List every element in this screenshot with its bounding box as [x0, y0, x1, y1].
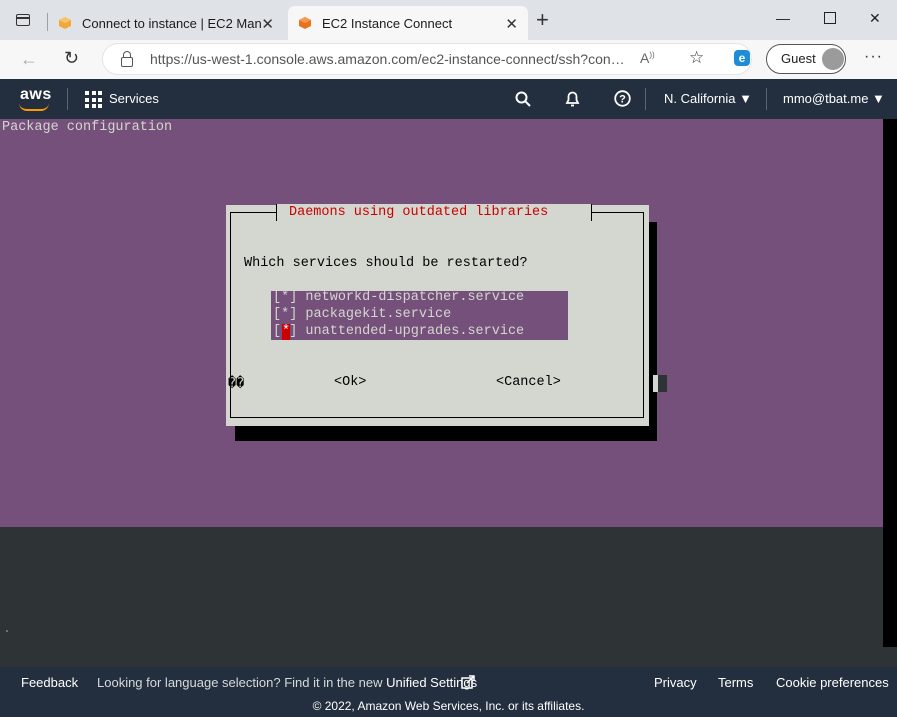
list-item[interactable]: [*] networkd-dispatcher.service — [273, 290, 524, 305]
terminal-scrollbar[interactable] — [883, 119, 897, 647]
profile-label: Guest — [781, 51, 816, 66]
close-tab-icon[interactable]: ✕ — [505, 15, 518, 33]
dialog-left-glyph: �� — [228, 377, 245, 392]
service-label: networkd-dispatcher.service — [305, 290, 525, 305]
tab-ec2-instance-connect[interactable]: EC2 Instance Connect ✕ — [288, 6, 528, 40]
aws-smile-icon — [19, 103, 49, 111]
tab-title: EC2 Instance Connect — [322, 15, 453, 31]
minimize-icon[interactable]: — — [776, 10, 790, 26]
ec2-cube-icon — [299, 17, 311, 29]
copyright: © 2022, Amazon Web Services, Inc. or its… — [312, 699, 585, 713]
more-menu-icon[interactable]: ··· — [864, 48, 883, 66]
svg-text:?: ? — [619, 94, 626, 106]
new-tab-button[interactable]: + — [536, 8, 549, 32]
tab-title: Connect to instance | EC2 Manag — [82, 15, 262, 31]
avatar — [822, 48, 844, 70]
service-label: unattended-upgrades.service — [305, 324, 525, 339]
dialog-question: Which services should be restarted? — [244, 256, 528, 271]
read-aloud-icon[interactable]: A)) — [640, 50, 655, 66]
close-tab-icon[interactable]: ✕ — [261, 15, 274, 33]
tab-actions-icon[interactable] — [16, 14, 30, 26]
nav-divider — [766, 88, 767, 110]
checkbox-mark[interactable]: [*] — [273, 307, 297, 322]
tab-connect-to-instance[interactable]: Connect to instance | EC2 Manag ✕ — [48, 6, 284, 40]
lock-icon[interactable] — [121, 51, 133, 67]
list-item[interactable]: [*] packagekit.service — [273, 307, 451, 322]
refresh-icon[interactable]: ↻ — [64, 48, 79, 69]
back-arrow-icon[interactable]: ← — [20, 49, 38, 70]
cancel-button[interactable]: <Cancel> — [496, 375, 561, 390]
terminal-cursor: * — [282, 324, 291, 340]
search-icon[interactable] — [515, 91, 531, 107]
checkbox-mark[interactable]: [*] — [273, 290, 297, 305]
help-icon[interactable]: ? — [614, 90, 631, 107]
services-grid-icon[interactable] — [85, 91, 102, 108]
external-link-icon[interactable] — [461, 675, 475, 689]
list-item[interactable]: [*] unattended-upgrades.service — [273, 324, 524, 339]
nav-divider — [645, 88, 646, 110]
url-input[interactable]: https://us-west-1.console.aws.amazon.com… — [150, 51, 628, 67]
terminal-header: Package configuration — [2, 120, 173, 135]
language-notice-text: Looking for language selection? Find it … — [97, 675, 387, 690]
feedback-link[interactable]: Feedback — [21, 675, 78, 690]
service-label: packagekit.service — [305, 307, 452, 322]
maximize-icon[interactable] — [824, 12, 836, 24]
nav-divider — [67, 88, 68, 110]
account-menu[interactable]: mmo@tbat.me ▼ — [783, 91, 885, 106]
aws-logo[interactable]: aws — [20, 86, 52, 104]
region-selector[interactable]: N. California ▼ — [664, 91, 752, 106]
dialog-title: Daemons using outdated libraries — [289, 205, 549, 220]
dialog-edge-mark — [658, 375, 667, 392]
window-close-icon[interactable]: ✕ — [869, 10, 881, 27]
edge-collections-icon[interactable]: e — [734, 50, 750, 66]
ok-button[interactable]: <Ok> — [334, 375, 366, 390]
services-menu[interactable]: Services — [109, 91, 159, 106]
terms-link[interactable]: Terms — [718, 675, 753, 690]
notifications-bell-icon[interactable] — [564, 90, 581, 107]
cookie-preferences-link[interactable]: Cookie preferences — [776, 675, 889, 690]
aws-cube-icon — [59, 17, 71, 29]
language-notice: Looking for language selection? Find it … — [97, 675, 477, 690]
terminal-dot — [6, 630, 8, 632]
privacy-link[interactable]: Privacy — [654, 675, 697, 690]
favorites-star-icon[interactable]: ☆ — [689, 48, 704, 68]
